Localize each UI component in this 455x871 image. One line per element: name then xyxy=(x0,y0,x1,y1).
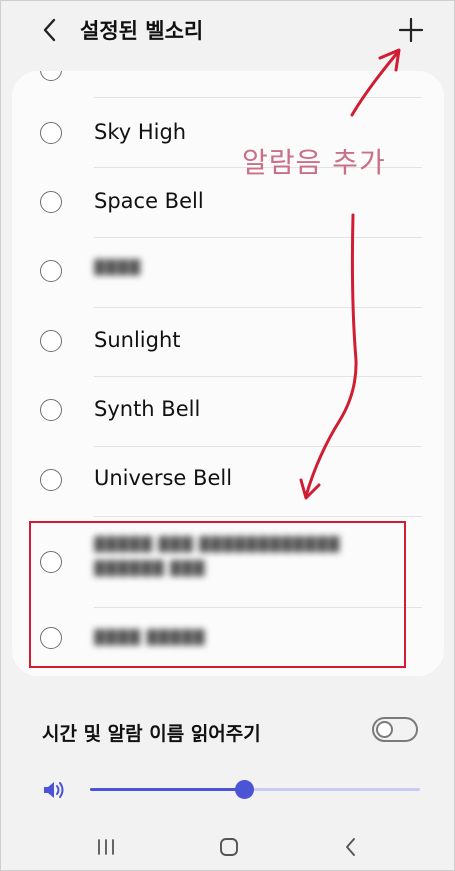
plus-icon xyxy=(398,17,424,43)
back-button[interactable] xyxy=(34,14,66,46)
ringtone-label: Synth Bell xyxy=(94,397,201,421)
ringtone-label: Sunlight xyxy=(94,328,181,352)
radio-button[interactable] xyxy=(40,122,62,144)
ringtone-label: Universe Bell xyxy=(94,466,233,490)
radio-button[interactable] xyxy=(40,330,62,352)
home-icon xyxy=(220,838,238,856)
ringtone-label: ▓▓▓▓ xyxy=(94,260,141,276)
chevron-left-icon xyxy=(43,18,56,42)
blurred-text: ▓▓▓▓ xyxy=(94,260,142,276)
home-button[interactable] xyxy=(209,831,249,863)
slider-thumb[interactable] xyxy=(235,780,255,799)
added-sounds-highlight xyxy=(29,521,406,668)
radio-button[interactable] xyxy=(40,191,62,213)
system-nav-bar xyxy=(0,823,455,869)
list-item-partial[interactable] xyxy=(12,71,444,93)
list-item[interactable]: Synth Bell xyxy=(12,377,444,447)
list-item[interactable]: ▓▓▓▓ xyxy=(12,238,444,308)
radio-button[interactable] xyxy=(40,469,62,491)
radio-button[interactable] xyxy=(40,399,62,421)
read-aloud-label: 시간 및 알람 이름 읽어주기 xyxy=(42,723,261,745)
ringtone-label: Space Bell xyxy=(94,189,204,213)
list-item[interactable]: Sunlight xyxy=(12,308,444,378)
nav-back-icon xyxy=(346,838,355,856)
read-aloud-toggle[interactable] xyxy=(372,717,418,742)
recents-button[interactable] xyxy=(86,831,126,863)
app-header: 설정된 벨소리 xyxy=(0,0,455,62)
page-title: 설정된 벨소리 xyxy=(80,19,204,43)
volume-slider[interactable] xyxy=(90,774,420,806)
slider-fill xyxy=(90,788,246,791)
toggle-knob xyxy=(376,721,393,738)
ringtone-label: Sky High xyxy=(94,120,187,144)
recents-icon xyxy=(98,839,114,855)
add-alarm-sound-button[interactable] xyxy=(393,12,429,48)
annotation-text: 알람음 추가 xyxy=(242,146,386,179)
radio-button[interactable] xyxy=(40,260,62,282)
radio-button[interactable] xyxy=(40,71,62,81)
speaker-icon[interactable] xyxy=(42,779,66,801)
list-item[interactable]: Universe Bell xyxy=(12,447,444,517)
nav-back-button[interactable] xyxy=(331,831,371,863)
